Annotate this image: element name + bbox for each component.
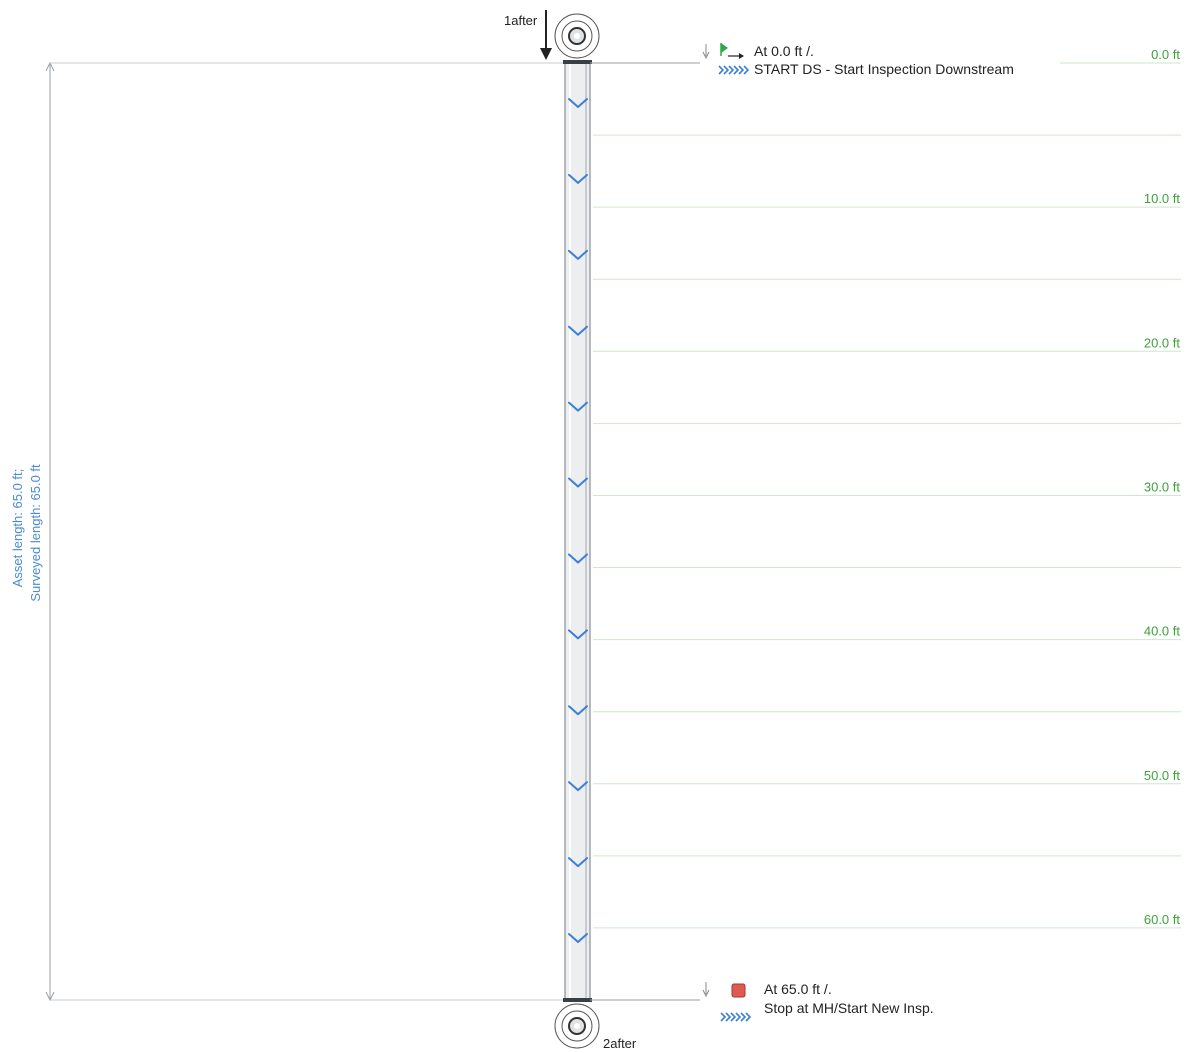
- asset-length-label: Asset length: 65.0 ft;: [10, 469, 25, 588]
- manhole-center: [574, 33, 580, 39]
- distance-label: 50.0 ft: [1144, 768, 1181, 783]
- distance-label: 10.0 ft: [1144, 191, 1181, 206]
- distance-label: 60.0 ft: [1144, 912, 1181, 927]
- canvas-background: [0, 0, 1187, 1053]
- observation-position: At 0.0 ft /.: [754, 43, 814, 59]
- surveyed-length-label: Surveyed length: 65.0 ft: [28, 464, 43, 602]
- downstream-manhole[interactable]: [554, 1003, 600, 1049]
- observation-description: Stop at MH/Start New Insp.: [764, 1000, 934, 1016]
- pipe-inspection-diagram: 0.0 ft 10.0 ft 20.0 ft 30.0 ft 40.0 ft 50.0 f…: [0, 0, 1187, 1053]
- upstream-manhole[interactable]: [554, 13, 600, 59]
- distance-label: 0.0 ft: [1151, 47, 1180, 62]
- observation-description: START DS - Start Inspection Downstream: [754, 61, 1014, 77]
- pipe-top-cap: [563, 60, 592, 64]
- stop-square-icon: [731, 983, 746, 998]
- distance-label: 20.0 ft: [1144, 335, 1181, 350]
- distance-label: 40.0 ft: [1144, 624, 1181, 639]
- upstream-node-label: 1after: [504, 13, 538, 28]
- downstream-node-label: 2after: [603, 1036, 637, 1051]
- pipe: [563, 60, 592, 1002]
- manhole-center: [574, 1023, 580, 1029]
- observation-position: At 65.0 ft /.: [764, 981, 832, 997]
- distance-label: 30.0 ft: [1144, 479, 1181, 494]
- pipe-bottom-cap: [563, 998, 592, 1002]
